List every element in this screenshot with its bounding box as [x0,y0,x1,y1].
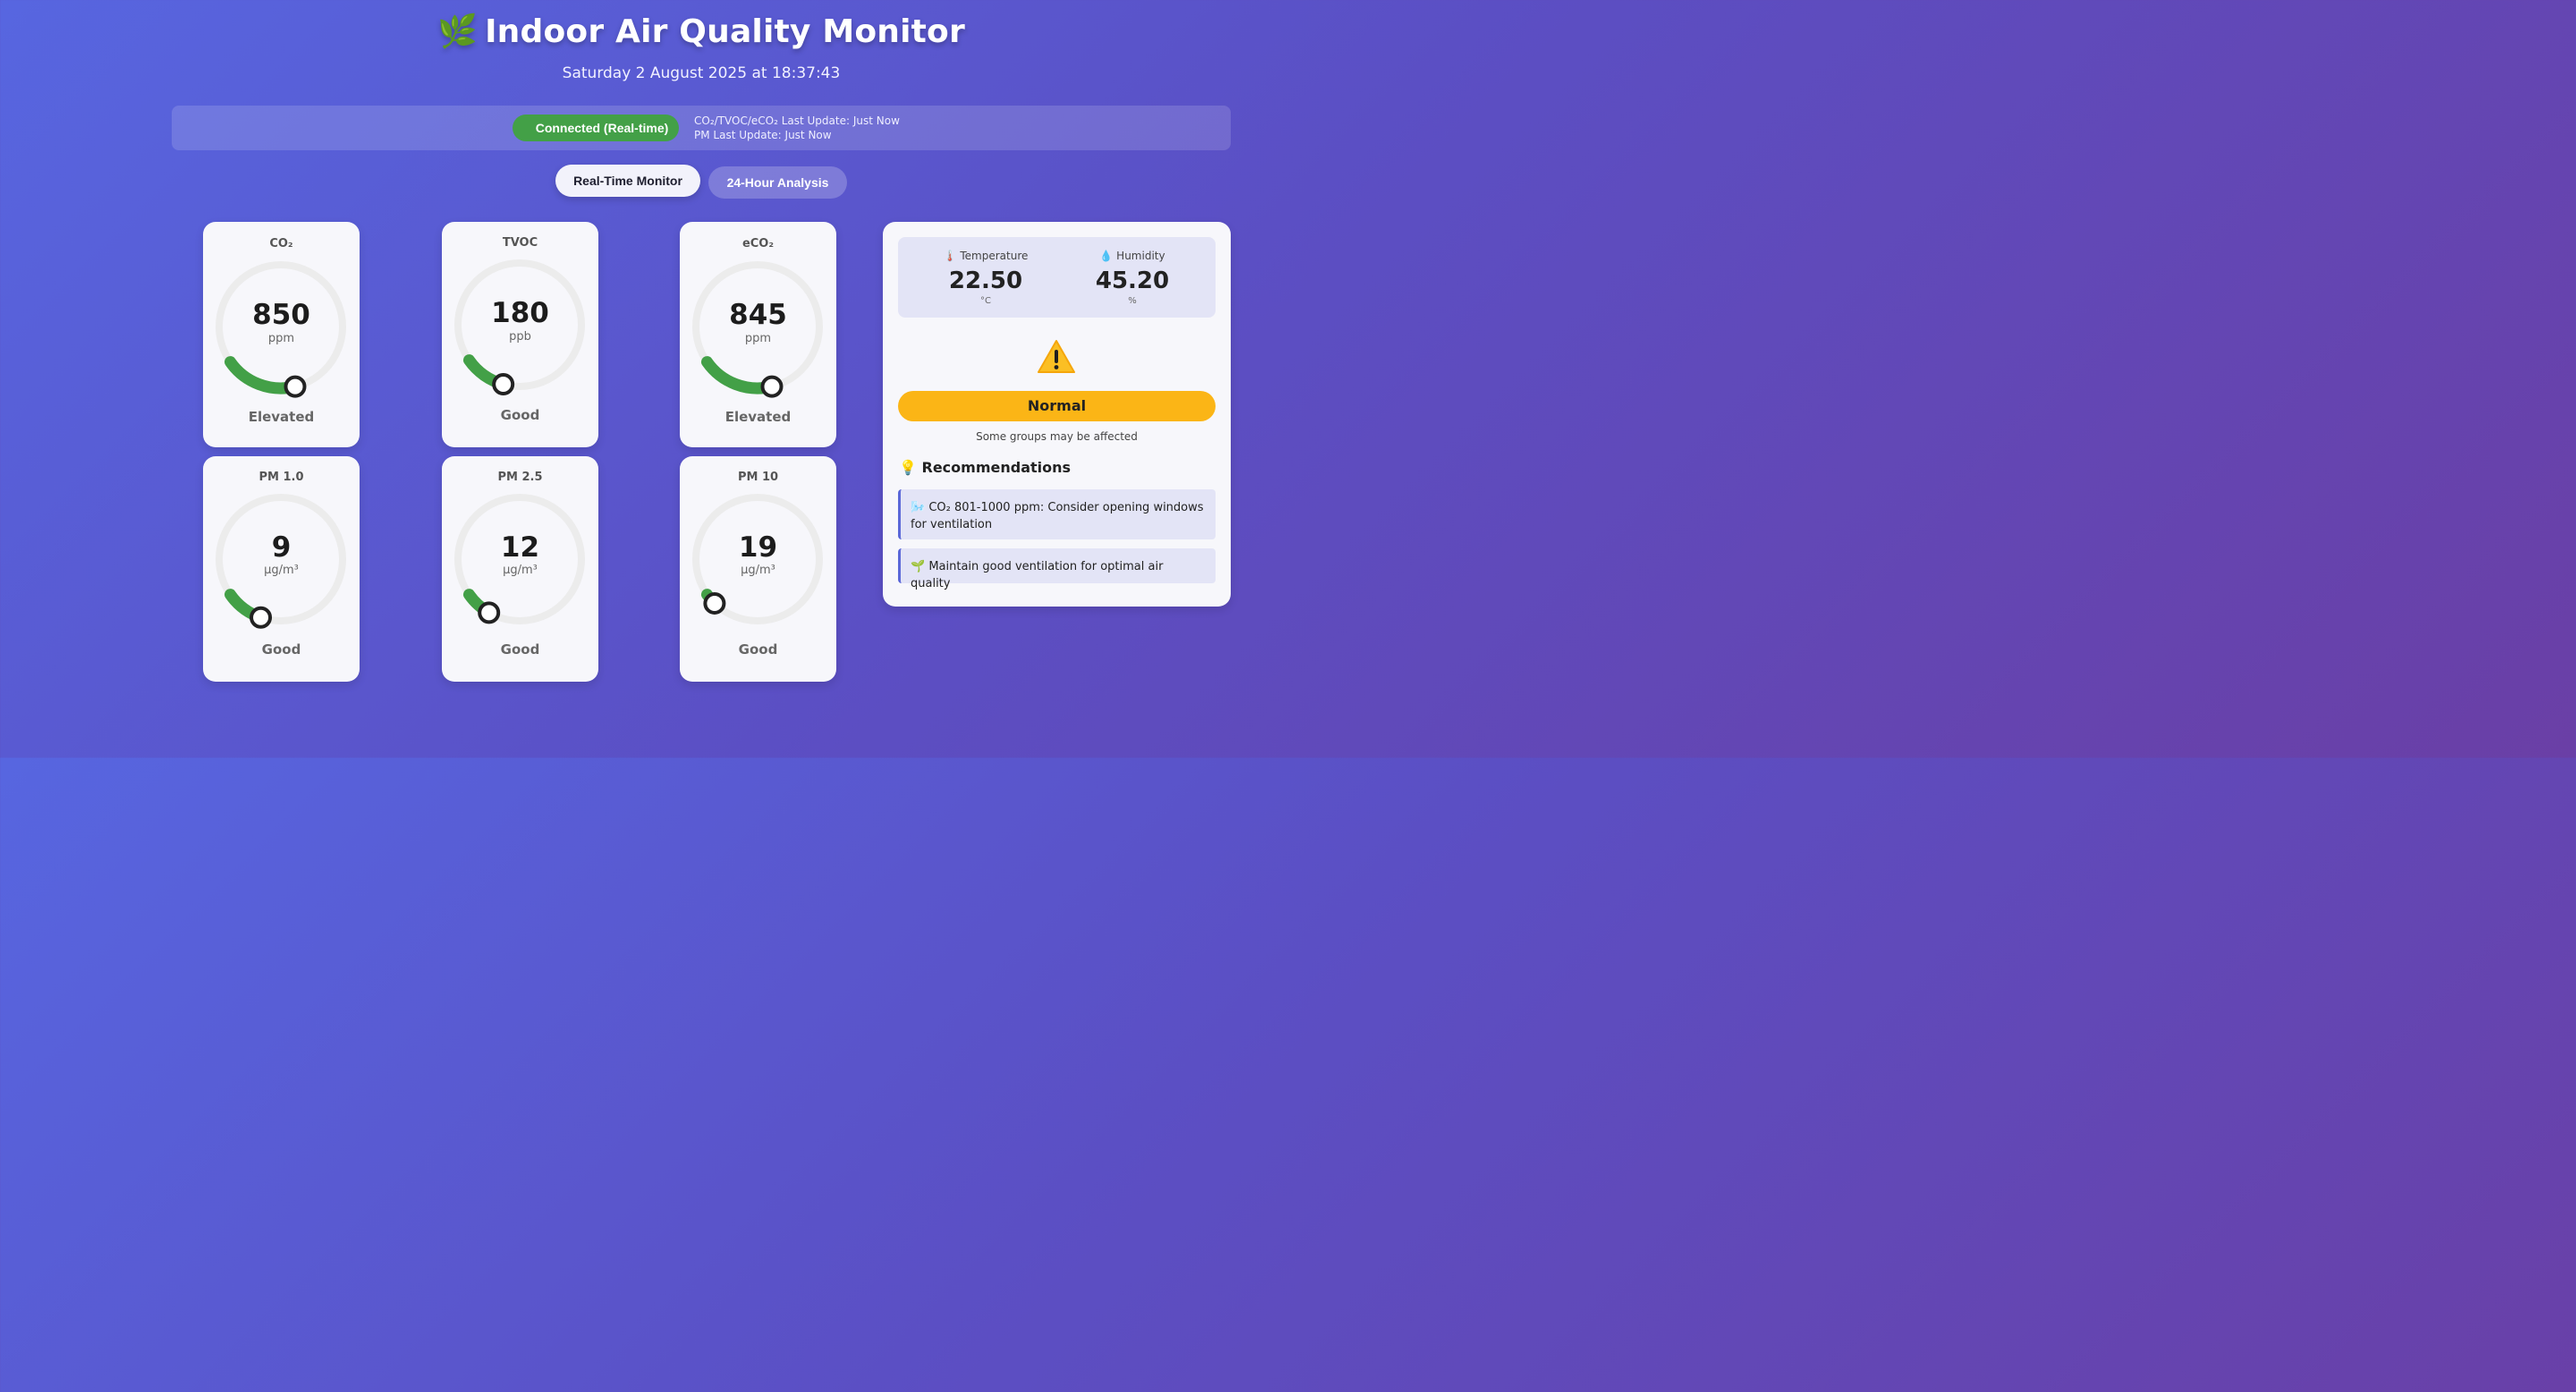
air-quality-level-badge: Normal [898,391,1216,421]
connection-status-badge: Connected (Real-time) [513,115,679,141]
leaf-icon: 🌿 [437,13,479,50]
seedling-icon: 🌱 [911,560,926,573]
sensor-last-update: CO₂/TVOC/eCO₂ Last Update: Just Now [694,115,900,127]
sensor-status: Good [261,641,301,658]
temperature-unit: °C [980,296,991,306]
last-update-info: CO₂/TVOC/eCO₂ Last Update: Just Now PM L… [694,114,900,142]
air-quality-description: Some groups may be affected [976,430,1138,443]
sensor-status: Elevated [248,409,315,425]
gauge-indicator-knob [284,375,307,398]
temperature-label: 🌡️ Temperature [914,250,1057,262]
sensor-status: Good [500,407,540,423]
recommendations-heading-text: Recommendations [921,459,1072,476]
gauge-indicator-knob [250,606,273,629]
warning-icon [1038,340,1075,373]
gauge-indicator-knob [703,591,726,615]
page-title-text: Indoor Air Quality Monitor [485,13,965,50]
lightbulb-icon: 💡 [899,459,917,476]
sensor-value: 12 [500,531,540,564]
environment-box: 🌡️ Temperature 22.50 °C 💧 Humidity 45.20… [898,237,1216,318]
current-datetime: Saturday 2 August 2025 at 18:37:43 [562,64,841,82]
sensor-card-tvoc: TVOC 180 ppb Good [442,222,598,447]
sensor-card-pm25: PM 2.5 12 μg/m³ Good [442,456,598,682]
recommendation-item: 🌱 Maintain good ventilation for optimal … [898,548,1216,590]
recommendation-text: CO₂ 801-1000 ppm: Consider opening windo… [911,501,1204,531]
sensor-unit: μg/m³ [264,564,299,577]
sensor-status: Elevated [724,409,792,425]
temperature-label-text: Temperature [960,250,1029,262]
wind-icon: 🌬️ [911,501,926,514]
air-quality-panel: 🌡️ Temperature 22.50 °C 💧 Humidity 45.20… [883,222,1231,607]
recommendation-text: Maintain good ventilation for optimal ai… [911,560,1164,590]
thermometer-icon: 🌡️ [943,250,957,262]
tab-24-hour-analysis[interactable]: 24-Hour Analysis [708,166,847,199]
tab-real-time-monitor[interactable]: Real-Time Monitor [555,165,700,197]
sensor-unit: μg/m³ [503,564,538,577]
sensor-value: 845 [729,299,787,331]
sensor-unit: ppm [267,332,295,345]
sensor-status: Good [500,641,540,658]
gauge-indicator-knob [492,373,515,396]
page-title: 🌿 Indoor Air Quality Monitor [0,13,1402,50]
droplet-icon: 💧 [1099,250,1114,262]
sensor-value: 180 [491,297,549,329]
sensor-unit: ppm [744,332,772,345]
humidity-value: 45.20 [1095,267,1170,294]
sensor-status: Good [738,641,778,658]
sensor-unit: ppb [509,330,531,344]
humidity-label-text: Humidity [1116,250,1165,262]
sensor-value: 9 [271,531,292,564]
temperature-value: 22.50 [948,267,1023,294]
sensor-value: 850 [252,299,310,331]
recommendations-heading: 💡 Recommendations [899,459,1071,476]
sensor-card-eco2: eCO₂ 845 ppm Elevated [680,222,836,447]
sensor-card-co2: CO₂ 850 ppm Elevated [203,222,360,447]
sensor-card-pm10: PM 10 19 μg/m³ Good [680,456,836,682]
sensor-value: 19 [738,531,778,564]
pm-last-update: PM Last Update: Just Now [694,129,832,141]
humidity-unit: % [1128,296,1137,306]
gauge-indicator-knob [760,375,784,398]
sensor-unit: μg/m³ [741,564,775,577]
humidity-label: 💧 Humidity [1061,250,1204,262]
status-bar: Connected (Real-time) CO₂/TVOC/eCO₂ Last… [172,106,1231,150]
recommendation-item: 🌬️ CO₂ 801-1000 ppm: Consider opening wi… [898,489,1216,539]
sensor-card-pm1: PM 1.0 9 μg/m³ Good [203,456,360,682]
gauge-indicator-knob [478,601,501,624]
